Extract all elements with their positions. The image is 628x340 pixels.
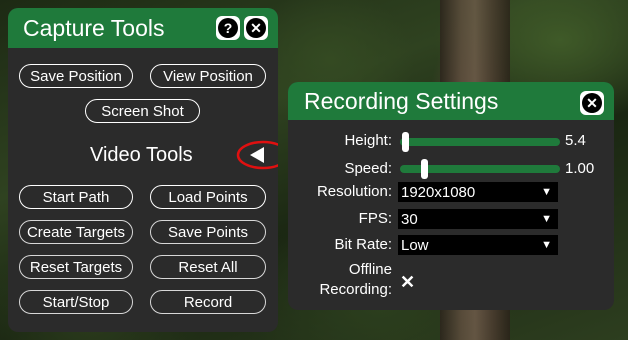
recording-settings-panel: Recording Settings ✕ Height: 5.4 Speed: … (288, 82, 614, 310)
fps-value: 30 (401, 210, 418, 228)
speed-slider[interactable] (400, 159, 560, 179)
capture-tools-header: Capture Tools ? ✕ (8, 8, 278, 48)
bit-rate-label: Bit Rate: (334, 236, 392, 253)
offline-recording-label-line2: Recording: (319, 281, 392, 298)
create-targets-button[interactable]: Create Targets (19, 220, 133, 244)
close-recording-button[interactable]: ✕ (580, 91, 604, 116)
video-tools-toggle-button[interactable] (236, 140, 278, 170)
close-capture-button[interactable]: ✕ (244, 16, 268, 40)
start-path-button[interactable]: Start Path (19, 185, 133, 209)
load-points-button[interactable]: Load Points (150, 185, 266, 209)
height-label: Height: (344, 132, 392, 149)
offline-recording-label-line1: Offline (348, 261, 392, 278)
recording-settings-header: Recording Settings ✕ (288, 82, 614, 120)
reset-all-button[interactable]: Reset All (150, 255, 266, 279)
close-icon: ✕ (582, 93, 602, 114)
recording-settings-title: Recording Settings (304, 87, 499, 114)
close-icon: ✕ (246, 18, 266, 38)
record-button[interactable]: Record (150, 290, 266, 314)
resolution-select[interactable]: 1920x1080 ▼ (398, 182, 558, 202)
height-value: 5.4 (565, 132, 586, 149)
resolution-label: Resolution: (316, 183, 392, 200)
start-stop-button[interactable]: Start/Stop (19, 290, 133, 314)
chevron-down-icon: ▼ (541, 186, 552, 198)
bit-rate-value: Low (401, 236, 429, 254)
help-icon: ? (218, 18, 238, 38)
fps-label: FPS: (358, 210, 392, 227)
chevron-down-icon: ▼ (541, 239, 552, 251)
offline-recording-checkbox[interactable]: ✕ (400, 272, 415, 293)
bit-rate-select[interactable]: Low ▼ (398, 235, 558, 255)
capture-tools-title: Capture Tools (23, 14, 165, 41)
screen-shot-button[interactable]: Screen Shot (85, 99, 200, 123)
video-tools-label: Video Tools (90, 144, 193, 166)
view-position-button[interactable]: View Position (150, 64, 266, 88)
reset-targets-button[interactable]: Reset Targets (19, 255, 133, 279)
collapse-arrow-icon (236, 140, 278, 170)
save-position-button[interactable]: Save Position (19, 64, 133, 88)
chevron-down-icon: ▼ (541, 213, 552, 225)
resolution-value: 1920x1080 (401, 183, 476, 201)
capture-tools-panel: Capture Tools ? ✕ Save Position View Pos… (8, 8, 278, 332)
height-slider-thumb[interactable] (401, 132, 409, 152)
save-points-button[interactable]: Save Points (150, 220, 266, 244)
help-button[interactable]: ? (216, 16, 240, 40)
speed-value: 1.00 (565, 160, 595, 177)
height-slider[interactable] (400, 132, 560, 152)
speed-label: Speed: (344, 160, 392, 177)
fps-select[interactable]: 30 ▼ (398, 209, 558, 229)
speed-slider-thumb[interactable] (421, 159, 428, 179)
